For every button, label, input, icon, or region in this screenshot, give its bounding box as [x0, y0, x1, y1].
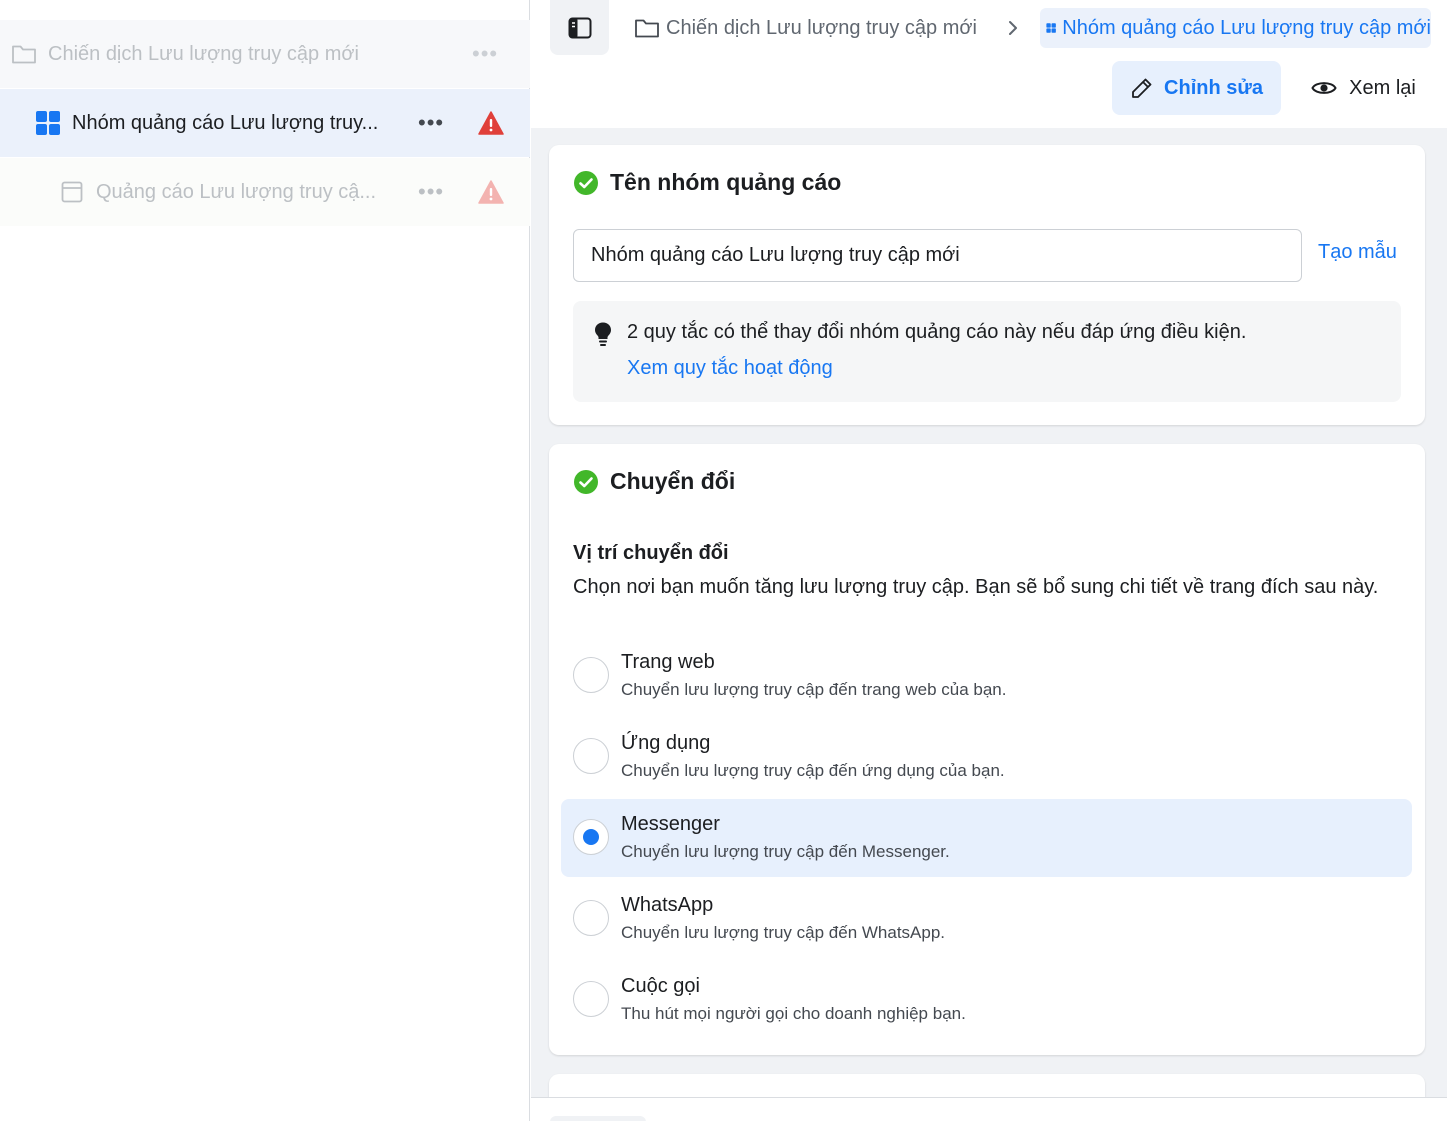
more-options-icon[interactable]: •••: [418, 112, 444, 134]
adset-name-input[interactable]: [573, 229, 1302, 282]
tree-item-adset[interactable]: Nhóm quảng cáo Lưu lượng truy... •••: [0, 89, 530, 157]
section-title: Tên nhóm quảng cáo: [610, 169, 842, 195]
lightbulb-icon: [595, 322, 611, 346]
pencil-icon: [1132, 78, 1152, 98]
tree-item-label: Quảng cáo Lưu lượng truy cậ...: [96, 180, 377, 203]
check-circle-icon: [574, 469, 598, 494]
review-label: Xem lại: [1349, 76, 1416, 99]
tree-item-label: Nhóm quảng cáo Lưu lượng truy...: [72, 111, 379, 134]
breadcrumb-label: Nhóm quảng cáo Lưu lượng truy cập mới: [1062, 16, 1431, 39]
option-description: Thu hút mọi người gọi cho doanh nghiệp b…: [621, 1004, 966, 1023]
radio-button[interactable]: [573, 900, 609, 936]
tree-item-campaign[interactable]: Chiến dịch Lưu lượng truy cập mới •••: [0, 20, 530, 88]
radio-button-selected[interactable]: [573, 819, 609, 855]
breadcrumb-label: Chiến dịch Lưu lượng truy cập mới: [666, 16, 977, 39]
conversion-heading: Chuyển đổi: [573, 468, 735, 495]
adset-grid-icon: [35, 110, 61, 136]
view-active-rules-link[interactable]: Xem quy tắc hoạt động: [627, 357, 833, 380]
editor-header: Chiến dịch Lưu lượng truy cập mới Nhóm q…: [531, 0, 1447, 128]
radio-button[interactable]: [573, 981, 609, 1017]
warning-icon: [478, 180, 504, 204]
option-description: Chuyển lưu lượng truy cập đến ứng dụng c…: [621, 761, 1005, 780]
radio-button[interactable]: [573, 738, 609, 774]
editor-main-area[interactable]: Tên nhóm quảng cáo Tạo mẫu 2 quy tắc có …: [531, 128, 1447, 1097]
breadcrumb-adset[interactable]: Nhóm quảng cáo Lưu lượng truy cập mới: [1040, 8, 1431, 48]
option-title: Trang web: [621, 651, 715, 673]
panel-toggle-icon: [568, 17, 591, 38]
option-title: Messenger: [621, 813, 720, 835]
option-title: WhatsApp: [621, 894, 714, 916]
rules-notice: 2 quy tắc có thể thay đổi nhóm quảng cáo…: [573, 301, 1401, 402]
rules-message: 2 quy tắc có thể thay đổi nhóm quảng cáo…: [627, 321, 1247, 343]
conversion-option-whatsapp[interactable]: WhatsApp Chuyển lưu lượng truy cập đến W…: [561, 880, 1412, 958]
edit-button[interactable]: Chỉnh sửa: [1112, 61, 1281, 115]
option-description: Chuyển lưu lượng truy cập đến WhatsApp.: [621, 923, 946, 942]
option-title: Ứng dụng: [621, 732, 711, 754]
conversion-location-title: Vị trí chuyển đổi: [573, 542, 729, 564]
campaign-tree-panel: Chiến dịch Lưu lượng truy cập mới ••• Nh…: [0, 0, 530, 1121]
conversion-option-app[interactable]: Ứng dụng Chuyển lưu lượng truy cập đến ứ…: [561, 718, 1412, 796]
conversion-option-messenger[interactable]: Messenger Chuyển lưu lượng truy cập đến …: [561, 799, 1412, 877]
adset-name-card: Tên nhóm quảng cáo Tạo mẫu 2 quy tắc có …: [549, 145, 1425, 425]
conversion-card: Chuyển đổi Vị trí chuyển đổi Chọn nơi bạ…: [549, 444, 1425, 1055]
option-description: Chuyển lưu lượng truy cập đến trang web …: [621, 680, 1007, 699]
footer-button[interactable]: [550, 1116, 646, 1121]
more-options-icon[interactable]: •••: [472, 43, 498, 65]
ad-icon: [59, 179, 85, 205]
tree-item-ad[interactable]: Quảng cáo Lưu lượng truy cậ... •••: [0, 158, 530, 226]
adset-grid-icon: [1046, 23, 1056, 33]
option-title: Cuộc gọi: [621, 975, 700, 997]
radio-button[interactable]: [573, 657, 609, 693]
conversion-location-description: Chọn nơi bạn muốn tăng lưu lượng truy cậ…: [573, 576, 1379, 598]
breadcrumb-campaign[interactable]: Chiến dịch Lưu lượng truy cập mới: [634, 14, 977, 42]
conversion-option-website[interactable]: Trang web Chuyển lưu lượng truy cập đến …: [561, 637, 1412, 715]
section-title: Chuyển đổi: [610, 468, 736, 494]
eye-icon: [1311, 82, 1337, 94]
footer-bar: [531, 1097, 1447, 1121]
option-description: Chuyển lưu lượng truy cập đến Messenger.: [621, 842, 950, 861]
warning-icon: [478, 111, 504, 135]
conversion-option-calls[interactable]: Cuộc gọi Thu hút mọi người gọi cho doanh…: [561, 961, 1412, 1039]
folder-icon: [635, 19, 659, 38]
check-circle-icon: [574, 170, 598, 195]
more-options-icon[interactable]: •••: [418, 181, 444, 203]
tree-item-label: Chiến dịch Lưu lượng truy cập mới: [48, 42, 359, 65]
chevron-right-icon: [1007, 14, 1019, 42]
next-section-card: [549, 1074, 1425, 1097]
create-template-link[interactable]: Tạo mẫu: [1318, 241, 1397, 264]
review-button[interactable]: Xem lại: [1296, 61, 1431, 115]
ads-manager-editor: Chiến dịch Lưu lượng truy cập mới ••• Nh…: [0, 0, 1447, 1121]
edit-label: Chỉnh sửa: [1164, 76, 1263, 99]
folder-icon: [11, 41, 37, 67]
adset-name-heading: Tên nhóm quảng cáo: [573, 169, 841, 196]
toggle-panel-button[interactable]: [550, 0, 609, 55]
